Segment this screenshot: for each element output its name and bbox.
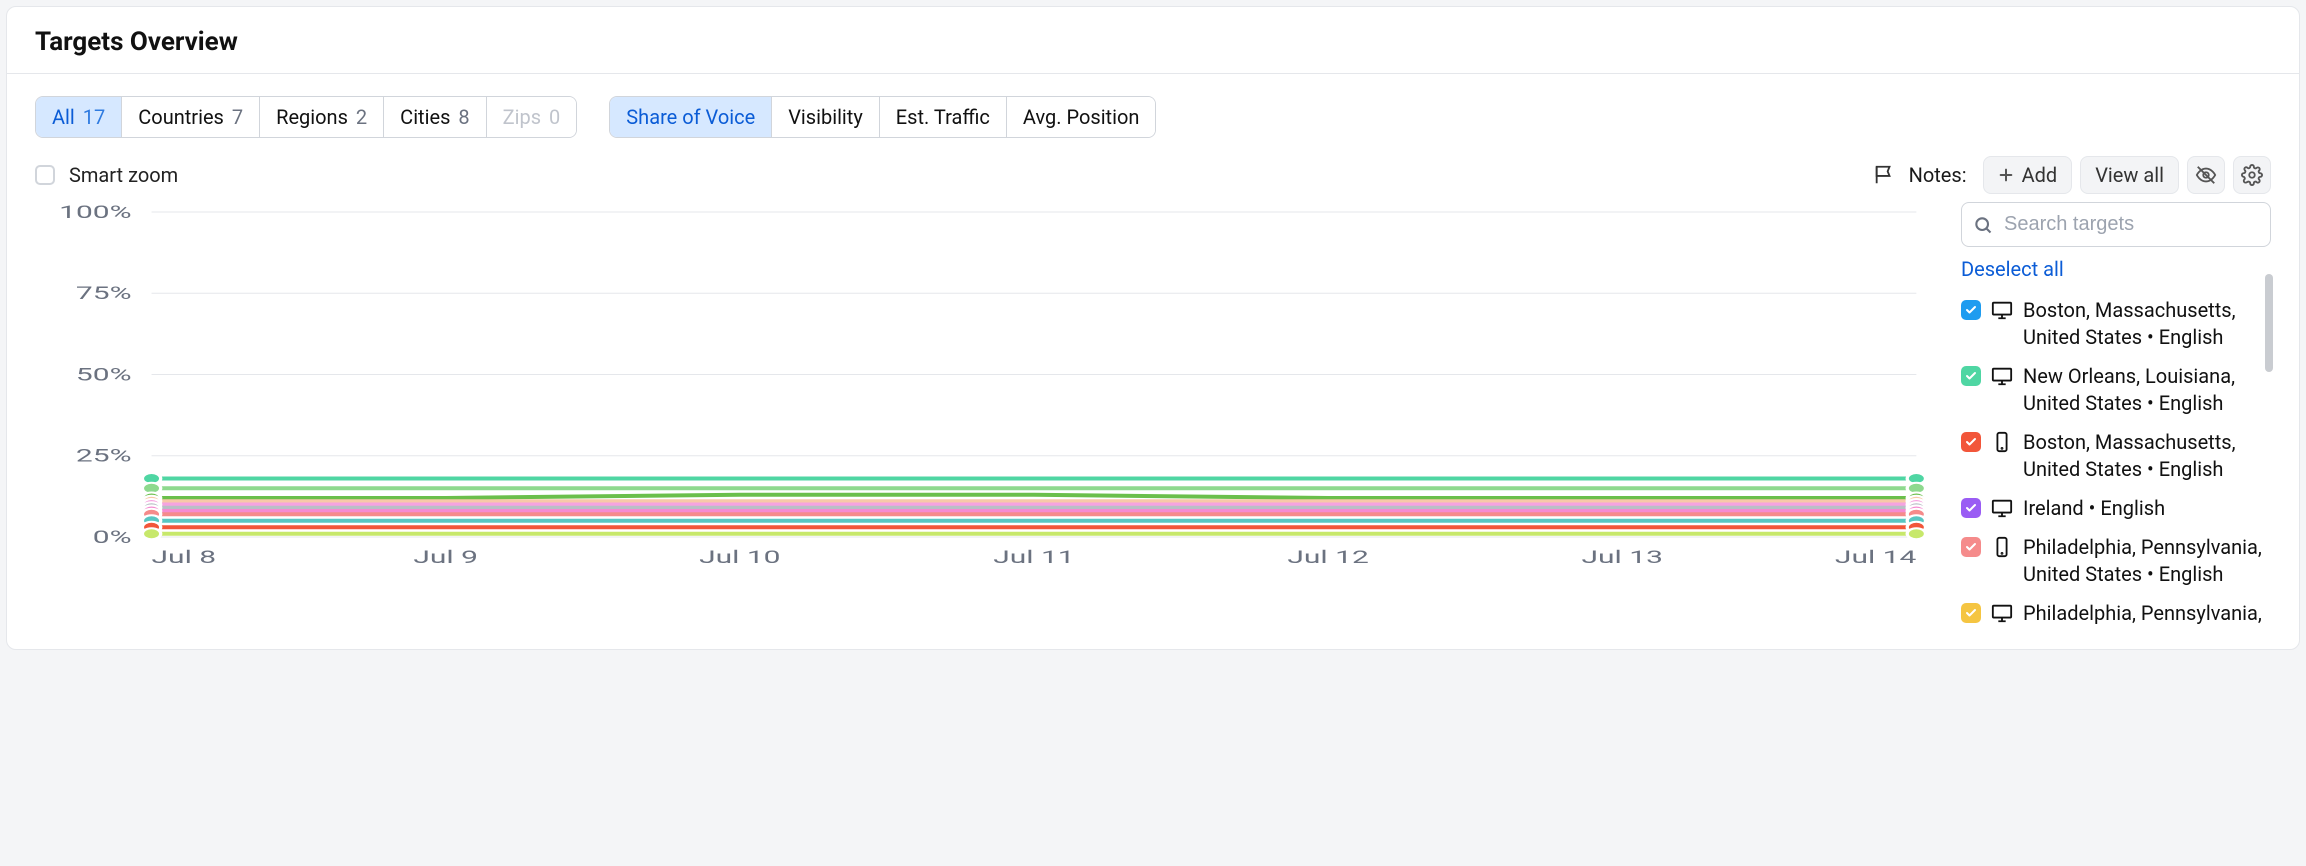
legend-item-checkbox[interactable] (1961, 498, 1981, 518)
smart-zoom-checkbox[interactable] (35, 165, 55, 185)
plus-icon (1998, 167, 2014, 183)
notes-flag-icon (1873, 164, 1895, 186)
scope-tab-cities[interactable]: Cities 8 (384, 97, 486, 137)
legend-item-label: Ireland • English (2023, 495, 2271, 522)
scope-tab-count: 0 (549, 105, 560, 129)
svg-text:Jul 12: Jul 12 (1287, 547, 1368, 568)
chart-and-legend-row: 0% 25% 50% 75% 100% Jul 8 Jul 9 Jul 10 Jul 11 Jul… (7, 202, 2299, 649)
legend-item-label: Boston, Massachusetts, United States • E… (2023, 429, 2271, 483)
card-header: Targets Overview (7, 7, 2299, 74)
deselect-all-link[interactable]: Deselect all (1961, 257, 2271, 281)
scope-tab-label: Zips (503, 105, 541, 129)
scope-tab-label: Regions (276, 105, 348, 129)
legend-item-checkbox[interactable] (1961, 432, 1981, 452)
legend-panel: Deselect all Boston, Massachusetts, Unit… (1961, 202, 2271, 633)
svg-text:Jul 13: Jul 13 (1582, 547, 1663, 568)
notes-label: Notes: (1909, 163, 1967, 187)
settings-button[interactable] (2233, 156, 2271, 194)
scope-tab-count: 8 (458, 105, 469, 129)
mobile-device-icon (1991, 431, 2013, 453)
chart-area[interactable]: 0% 25% 50% 75% 100% Jul 8 Jul 9 Jul 10 Jul 11 Jul… (35, 202, 1933, 633)
svg-text:Jul 9: Jul 9 (413, 547, 478, 568)
scrollbar[interactable] (2265, 274, 2273, 372)
legend-item[interactable]: New Orleans, Louisiana, United States • … (1961, 357, 2271, 423)
legend-item[interactable]: Philadelphia, Pennsylvania, (1961, 594, 2271, 633)
svg-text:100%: 100% (59, 202, 131, 223)
metric-tab-label: Est. Traffic (896, 105, 990, 129)
legend-item[interactable]: Boston, Massachusetts, United States • E… (1961, 423, 2271, 489)
search-icon (1973, 215, 1993, 235)
metric-tab-visibility[interactable]: Visibility (772, 97, 880, 137)
desktop-device-icon (1991, 299, 2013, 321)
search-targets-input[interactable] (1961, 202, 2271, 247)
legend-item-checkbox[interactable] (1961, 537, 1981, 557)
visibility-toggle-button[interactable] (2187, 156, 2225, 194)
metric-segmented: Share of Voice Visibility Est. Traffic Avg.… (609, 96, 1156, 138)
scope-tab-label: Countries (138, 105, 224, 129)
scope-tab-regions[interactable]: Regions 2 (260, 97, 384, 137)
scope-tab-all[interactable]: All 17 (36, 97, 122, 137)
svg-text:Jul 8: Jul 8 (152, 547, 217, 568)
scope-segmented: All 17 Countries 7 Regions 2 Cities 8 Zips 0 (35, 96, 577, 138)
metric-tab-label: Avg. Position (1023, 105, 1140, 129)
notes-add-button[interactable]: Add (1983, 156, 2073, 194)
notes-add-label: Add (2022, 163, 2058, 187)
toolbar-row: All 17 Countries 7 Regions 2 Cities 8 Zips 0 Shar… (7, 74, 2299, 138)
scope-tab-count: 7 (232, 105, 243, 129)
legend-item-checkbox[interactable] (1961, 300, 1981, 320)
smart-zoom-label: Smart zoom (69, 163, 178, 187)
svg-text:0%: 0% (93, 527, 132, 548)
legend-item-checkbox[interactable] (1961, 603, 1981, 623)
right-controls: Notes: Add View all (1873, 156, 2271, 194)
metric-tab-avgpos[interactable]: Avg. Position (1007, 97, 1156, 137)
svg-text:Jul 10: Jul 10 (699, 547, 780, 568)
metric-tab-traffic[interactable]: Est. Traffic (880, 97, 1007, 137)
metric-tab-label: Visibility (788, 105, 863, 129)
scope-tab-count: 2 (356, 105, 367, 129)
legend-item[interactable]: Philadelphia, Pennsylvania, United State… (1961, 528, 2271, 594)
scope-tab-label: All (52, 105, 75, 129)
search-targets-box (1961, 202, 2271, 247)
controls-row: Smart zoom Notes: Add View all (7, 138, 2299, 202)
svg-text:75%: 75% (76, 283, 132, 304)
notes-view-all-label: View all (2095, 163, 2164, 187)
eye-off-icon (2195, 164, 2217, 186)
targets-overview-card: Targets Overview All 17 Countries 7 Regions 2… (6, 6, 2300, 650)
notes-view-all-button[interactable]: View all (2080, 156, 2179, 194)
legend-item-label: Philadelphia, Pennsylvania, (2023, 600, 2271, 627)
svg-text:25%: 25% (76, 446, 132, 467)
scope-tab-countries[interactable]: Countries 7 (122, 97, 260, 137)
legend-item[interactable]: Boston, Massachusetts, United States • E… (1961, 291, 2271, 357)
legend-item-label: New Orleans, Louisiana, United States • … (2023, 363, 2271, 417)
legend-item-label: Philadelphia, Pennsylvania, United State… (2023, 534, 2271, 588)
svg-text:Jul 11: Jul 11 (993, 547, 1074, 568)
legend-item-label: Boston, Massachusetts, United States • E… (2023, 297, 2271, 351)
page-title: Targets Overview (35, 27, 2271, 57)
scope-tab-label: Cities (400, 105, 450, 129)
metric-tab-sov[interactable]: Share of Voice (610, 97, 772, 137)
metric-tab-label: Share of Voice (626, 105, 755, 129)
desktop-device-icon (1991, 497, 2013, 519)
gear-icon (2241, 164, 2263, 186)
desktop-device-icon (1991, 365, 2013, 387)
desktop-device-icon (1991, 602, 2013, 624)
scope-tab-zips: Zips 0 (487, 97, 577, 137)
legend-item-checkbox[interactable] (1961, 366, 1981, 386)
line-chart: 0% 25% 50% 75% 100% Jul 8 Jul 9 Jul 10 Jul 11 Jul… (35, 202, 1933, 572)
mobile-device-icon (1991, 536, 2013, 558)
svg-text:50%: 50% (76, 364, 132, 385)
scope-tab-count: 17 (83, 105, 105, 129)
svg-text:Jul 14: Jul 14 (1835, 547, 1917, 568)
legend-list[interactable]: Boston, Massachusetts, United States • E… (1961, 291, 2271, 633)
legend-item[interactable]: Ireland • English (1961, 489, 2271, 528)
